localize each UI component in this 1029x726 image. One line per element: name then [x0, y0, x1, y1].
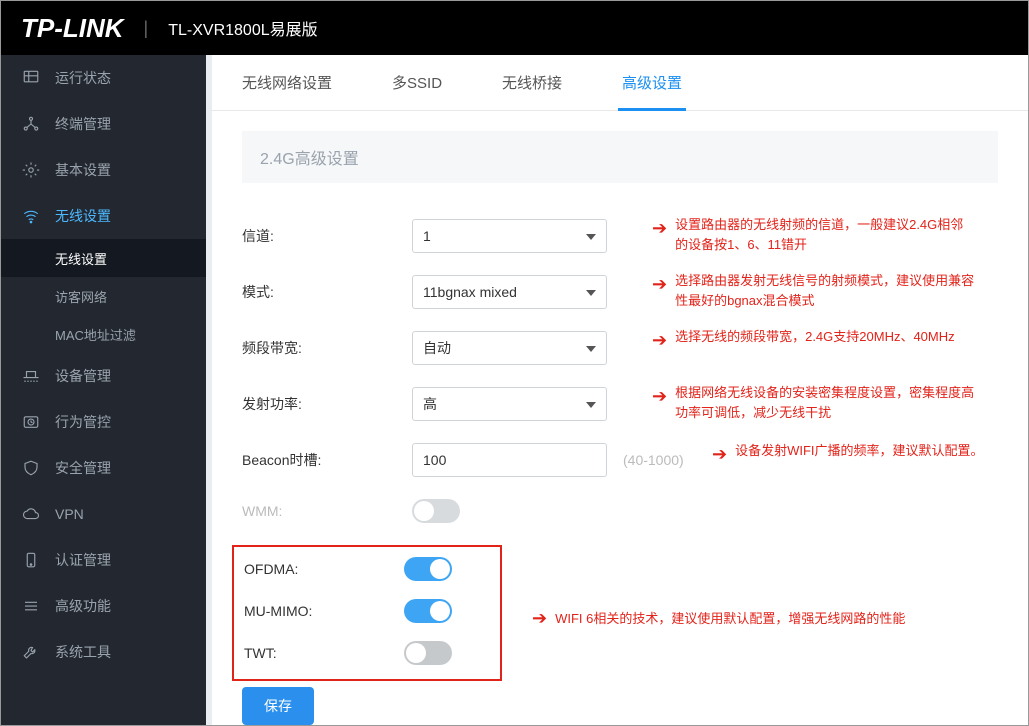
sidebar-item-label: 无线设置 [55, 206, 111, 226]
sidebar: 运行状态终端管理基本设置无线设置无线设置访客网络MAC地址过滤设备管理行为管控安… [1, 55, 206, 725]
sidebar-item-label: 终端管理 [55, 114, 111, 134]
channel-note: 设置路由器的无线射频的信道，一般建议2.4G相邻的设备按1、6、11错开 [675, 215, 975, 254]
sidebar-item-clock[interactable]: 行为管控 [1, 399, 206, 445]
channel-label: 信道: [242, 226, 412, 246]
sidebar-item-phone[interactable]: 认证管理 [1, 537, 206, 583]
wifi6-note: WIFI 6相关的技术，建议使用默认配置，增强无线网路的性能 [555, 609, 905, 629]
bw-note: 选择无线的频段带宽，2.4G支持20MHz、40MHz [675, 327, 955, 347]
power-label: 发射功率: [242, 394, 412, 414]
bars-icon [21, 596, 41, 616]
wmm-toggle [412, 499, 460, 523]
sidebar-sub-item[interactable]: 无线设置 [1, 239, 206, 277]
tabs: 无线网络设置 多SSID 无线桥接 高级设置 [212, 55, 1028, 111]
dashboard-icon [21, 68, 41, 88]
content-area: 无线网络设置 多SSID 无线桥接 高级设置 2.4G高级设置 信道: 1 ➔ 设置路… [206, 55, 1028, 725]
tab-0[interactable]: 无线网络设置 [242, 55, 332, 110]
sidebar-item-label: 行为管控 [55, 412, 111, 432]
sidebar-item-gear[interactable]: 基本设置 [1, 147, 206, 193]
sidebar-item-bars[interactable]: 高级功能 [1, 583, 206, 629]
row-mode: 模式: 11bgnax mixed ➔ 选择路由器发射无线信号的射频模式，建议使… [242, 275, 998, 309]
sidebar-item-label: 认证管理 [55, 550, 111, 570]
arrow-icon: ➔ [652, 215, 667, 242]
sidebar-item-shield[interactable]: 安全管理 [1, 445, 206, 491]
section-title: 2.4G高级设置 [242, 131, 998, 183]
clock-icon [21, 412, 41, 432]
mumimo-toggle[interactable] [404, 599, 452, 623]
arrow-icon: ➔ [532, 605, 547, 632]
cloud-icon [21, 504, 41, 524]
devices-icon [21, 366, 41, 386]
sidebar-sub-item[interactable]: 访客网络 [1, 277, 206, 315]
settings-panel: 2.4G高级设置 信道: 1 ➔ 设置路由器的无线射频的信道，一般建议2.4G相… [212, 111, 1028, 725]
model-label: TL-XVR1800L易展版 [168, 16, 317, 40]
arrow-icon: ➔ [652, 327, 667, 354]
sidebar-item-wifi[interactable]: 无线设置 [1, 193, 206, 239]
sidebar-sub-item[interactable]: MAC地址过滤 [1, 315, 206, 353]
brand-logo: TP-LINK [21, 13, 124, 44]
wmm-label: WMM: [242, 503, 412, 519]
network-icon [21, 114, 41, 134]
twt-toggle[interactable] [404, 641, 452, 665]
wifi-icon [21, 206, 41, 226]
save-button[interactable]: 保存 [242, 687, 314, 725]
beacon-hint: (40-1000) [623, 452, 684, 468]
mode-label: 模式: [242, 282, 412, 302]
gear-icon [21, 160, 41, 180]
mode-select[interactable]: 11bgnax mixed [412, 275, 607, 309]
arrow-icon: ➔ [652, 271, 667, 298]
sidebar-item-label: 高级功能 [55, 596, 111, 616]
wrench-icon [21, 642, 41, 662]
row-bw: 频段带宽: 自动 ➔ 选择无线的频段带宽，2.4G支持20MHz、40MHz [242, 331, 998, 365]
tab-3[interactable]: 高级设置 [622, 55, 682, 110]
row-channel: 信道: 1 ➔ 设置路由器的无线射频的信道，一般建议2.4G相邻的设备按1、6、… [242, 219, 998, 253]
ofdma-label: OFDMA: [244, 561, 404, 577]
beacon-note: 设备发射WIFI广播的频率，建议默认配置。 [735, 441, 983, 461]
mumimo-label: MU-MIMO: [244, 603, 404, 619]
sidebar-item-label: 设备管理 [55, 366, 111, 386]
power-select[interactable]: 高 [412, 387, 607, 421]
row-beacon: Beacon时槽: (40-1000) ➔ 设备发射WIFI广播的频率，建议默认… [242, 443, 998, 477]
mode-note: 选择路由器发射无线信号的射频模式，建议使用兼容性最好的bgnax混合模式 [675, 271, 985, 310]
wifi6-group-highlight: OFDMA: MU-MIMO: TWT: [232, 545, 502, 681]
ofdma-toggle[interactable] [404, 557, 452, 581]
tab-1[interactable]: 多SSID [392, 55, 442, 110]
power-note: 根据网络无线设备的安装密集程度设置，密集程度高功率可调低，减少无线干扰 [675, 383, 985, 422]
row-twt: TWT: [234, 641, 500, 665]
sidebar-item-label: VPN [55, 506, 84, 522]
sidebar-item-label: 安全管理 [55, 458, 111, 478]
beacon-label: Beacon时槽: [242, 450, 412, 470]
sidebar-item-network[interactable]: 终端管理 [1, 101, 206, 147]
twt-label: TWT: [244, 645, 404, 661]
row-mumimo: MU-MIMO: [234, 599, 500, 623]
sidebar-item-devices[interactable]: 设备管理 [1, 353, 206, 399]
bw-select[interactable]: 自动 [412, 331, 607, 365]
row-power: 发射功率: 高 ➔ 根据网络无线设备的安装密集程度设置，密集程度高功率可调低，减… [242, 387, 998, 421]
beacon-input[interactable] [412, 443, 607, 477]
channel-select[interactable]: 1 [412, 219, 607, 253]
arrow-icon: ➔ [652, 383, 667, 410]
row-ofdma: OFDMA: [234, 557, 500, 581]
header: TP-LINK | TL-XVR1800L易展版 [1, 1, 1028, 55]
sidebar-item-cloud[interactable]: VPN [1, 491, 206, 537]
divider: | [144, 18, 149, 39]
sidebar-item-wrench[interactable]: 系统工具 [1, 629, 206, 675]
sidebar-item-dashboard[interactable]: 运行状态 [1, 55, 206, 101]
arrow-icon: ➔ [712, 441, 727, 468]
shield-icon [21, 458, 41, 478]
bw-label: 频段带宽: [242, 338, 412, 358]
phone-icon [21, 550, 41, 570]
tab-2[interactable]: 无线桥接 [502, 55, 562, 110]
sidebar-item-label: 基本设置 [55, 160, 111, 180]
sidebar-item-label: 运行状态 [55, 68, 111, 88]
sidebar-item-label: 系统工具 [55, 642, 111, 662]
row-wmm: WMM: [242, 499, 998, 523]
